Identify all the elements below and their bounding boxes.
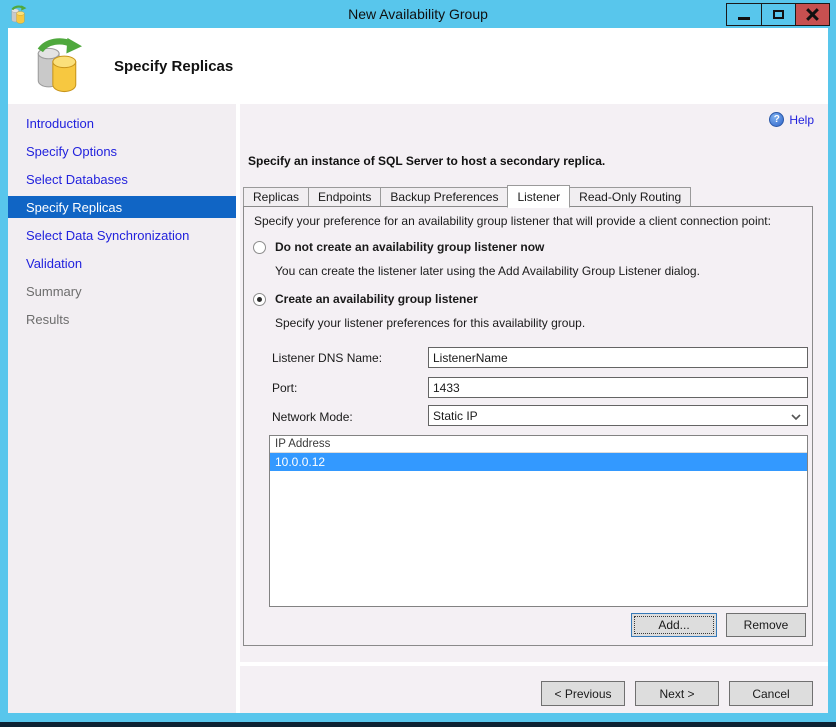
tab-read-only-routing[interactable]: Read-Only Routing: [569, 187, 692, 207]
next-button[interactable]: Next >: [635, 681, 719, 706]
radio-no-listener-label: Do not create an availability group list…: [275, 240, 545, 254]
radio-create-listener[interactable]: Create an availability group listener: [253, 292, 478, 306]
wizard-steps-sidebar: Introduction Specify Options Select Data…: [8, 104, 236, 713]
tab-replicas[interactable]: Replicas: [243, 187, 310, 207]
sidebar-item-validation[interactable]: Validation: [8, 249, 236, 277]
sidebar-item-summary: Summary: [26, 283, 82, 299]
add-button[interactable]: Add...: [631, 613, 717, 637]
wizard-content: ? Help Specify an instance of SQL Server…: [240, 104, 828, 713]
listener-intro-text: Specify your preference for an availabil…: [254, 214, 771, 228]
sidebar-item-specify-replicas[interactable]: Specify Replicas: [8, 196, 236, 218]
page-instruction: Specify an instance of SQL Server to hos…: [248, 154, 606, 168]
network-mode-select[interactable]: Static IP: [428, 405, 808, 426]
sidebar-item-specify-options[interactable]: Specify Options: [8, 137, 236, 165]
cancel-button[interactable]: Cancel: [729, 681, 813, 706]
chevron-down-icon: [791, 409, 801, 423]
radio-create-listener-label: Create an availability group listener: [275, 292, 478, 306]
dns-name-label: Listener DNS Name:: [272, 351, 383, 365]
window-border-left: [0, 0, 8, 722]
window-border-right: [828, 0, 836, 722]
remove-button[interactable]: Remove: [726, 613, 806, 637]
help-link[interactable]: ? Help: [769, 112, 814, 127]
sidebar-item-introduction[interactable]: Introduction: [8, 109, 236, 137]
tab-backup-preferences[interactable]: Backup Preferences: [380, 187, 509, 207]
minimize-icon: [738, 17, 750, 20]
minimize-button[interactable]: [727, 4, 761, 25]
port-label: Port:: [272, 381, 298, 395]
close-button[interactable]: [795, 4, 829, 25]
wizard-footer-buttons: < Previous Next > Cancel: [541, 681, 813, 706]
ip-address-row[interactable]: 10.0.0.12: [270, 453, 807, 471]
window-controls: [726, 3, 830, 26]
radio-no-listener-description: You can create the listener later using …: [275, 264, 700, 278]
tab-listener[interactable]: Listener: [507, 185, 571, 208]
window-title: New Availability Group: [348, 6, 488, 22]
close-icon: [806, 8, 819, 21]
sidebar-item-results: Results: [26, 311, 70, 327]
new-availability-group-dialog: New Availability Group Specify Replicas …: [0, 0, 836, 727]
radio-no-listener[interactable]: Do not create an availability group list…: [253, 240, 544, 254]
radio-circle-checked-icon: [253, 292, 266, 306]
titlebar: New Availability Group: [0, 0, 836, 28]
previous-button[interactable]: < Previous: [541, 681, 625, 706]
tab-endpoints[interactable]: Endpoints: [308, 187, 382, 207]
radio-create-listener-description: Specify your listener preferences for th…: [275, 316, 586, 330]
replica-tabs: Replicas Endpoints Backup Preferences Li…: [243, 185, 692, 208]
wizard-header: Specify Replicas: [8, 28, 828, 104]
dns-name-input[interactable]: [428, 347, 808, 368]
footer-divider: [240, 662, 828, 666]
page-title: Specify Replicas: [114, 57, 234, 75]
network-mode-label: Network Mode:: [272, 410, 353, 424]
radio-circle-icon: [253, 240, 266, 254]
maximize-icon: [773, 10, 784, 19]
window-border-bottom: [0, 713, 836, 722]
sidebar-item-select-data-synchronization[interactable]: Select Data Synchronization: [8, 221, 236, 249]
sidebar-item-select-databases[interactable]: Select Databases: [8, 165, 236, 193]
network-mode-value: Static IP: [433, 408, 478, 423]
ip-address-column-header: IP Address: [270, 436, 807, 453]
ip-address-list: IP Address 10.0.0.12: [269, 435, 808, 607]
database-sync-icon: [32, 36, 82, 99]
window-border-bottom-shadow: [0, 722, 836, 727]
listener-tab-panel: Specify your preference for an availabil…: [243, 206, 813, 646]
port-input[interactable]: [428, 377, 808, 398]
maximize-button[interactable]: [761, 4, 795, 25]
help-label: Help: [789, 112, 814, 127]
help-icon: ?: [769, 112, 785, 127]
